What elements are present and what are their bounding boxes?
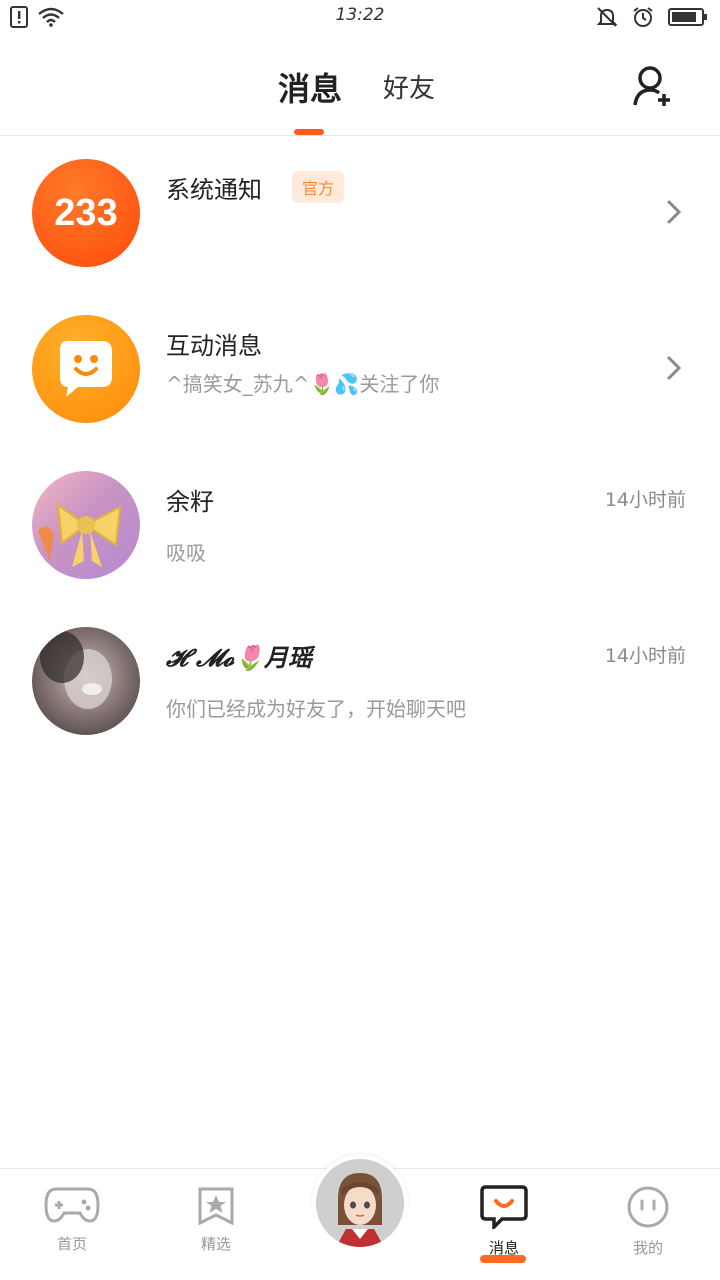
chat-smile-icon xyxy=(480,1185,528,1232)
system-notice-avatar: 233 xyxy=(32,159,140,267)
user-avatar xyxy=(32,627,140,735)
nav-featured-label: 精选 xyxy=(200,1235,231,1253)
nav-me[interactable]: 我的 xyxy=(608,1185,688,1258)
nav-me-label: 我的 xyxy=(632,1239,663,1257)
nav-featured[interactable]: 精选 xyxy=(176,1185,256,1254)
nav-messages[interactable]: 消息 xyxy=(464,1185,544,1258)
nav-home[interactable]: 首页 xyxy=(32,1185,112,1254)
header: 消息 好友 xyxy=(0,36,720,136)
gamepad-icon xyxy=(44,1187,100,1223)
list-item-time: 14小时前 xyxy=(604,489,686,511)
chevron-right-icon xyxy=(667,356,682,380)
list-item-title: 𝓗 𝓜𝓸🌷月瑶 xyxy=(166,643,312,672)
list-item-subtitle: 吸吸 xyxy=(166,541,206,565)
character-avatar-icon xyxy=(316,1159,404,1247)
mute-bell-icon xyxy=(596,7,618,27)
user-avatar xyxy=(32,471,140,579)
battery-icon xyxy=(668,8,707,26)
nav-home-label: 首页 xyxy=(56,1235,87,1253)
tab-messages[interactable]: 消息 xyxy=(278,64,342,110)
photo-avatar-image xyxy=(40,631,112,709)
active-nav-indicator xyxy=(480,1255,526,1263)
active-tab-indicator xyxy=(294,129,324,135)
list-item-title: 互动消息 xyxy=(166,332,262,360)
list-item-interaction[interactable]: 互动消息 ^搞笑女_苏九^🌷💦关注了你 xyxy=(0,293,720,449)
list-item-system-notice[interactable]: 233 系统通知 官方 xyxy=(0,137,720,293)
nav-character-avatar[interactable] xyxy=(312,1155,408,1251)
list-item-subtitle: 你们已经成为好友了，开始聊天吧 xyxy=(166,697,466,721)
star-bookmark-icon xyxy=(198,1187,234,1226)
status-bar: 13:22 xyxy=(0,0,720,36)
interaction-avatar xyxy=(32,315,140,423)
list-item-chat[interactable]: 余籽 吸吸 14小时前 xyxy=(0,449,720,605)
list-item-title: 余籽 xyxy=(166,488,214,516)
chevron-right-icon xyxy=(667,200,682,224)
official-badge: 官方 xyxy=(292,171,345,203)
list-item-chat[interactable]: 𝓗 𝓜𝓸🌷月瑶 你们已经成为好友了，开始聊天吧 14小时前 xyxy=(0,605,720,761)
add-friend-icon[interactable] xyxy=(632,64,676,108)
list-item-subtitle: ^搞笑女_苏九^🌷💦关注了你 xyxy=(166,372,440,396)
bow-avatar-image xyxy=(38,502,122,567)
bottom-nav: 首页 精选 消息 我的 xyxy=(0,1155,720,1280)
message-list: 233 系统通知 官方 互动消息 ^搞笑女_苏九^🌷💦关注了你 余籽 吸吸 14… xyxy=(0,137,720,761)
list-item-time: 14小时前 xyxy=(604,645,686,667)
chat-bubble-icon xyxy=(60,341,112,397)
avatar-233-label: 233 xyxy=(54,192,118,234)
alarm-icon xyxy=(633,7,653,27)
tab-friends[interactable]: 好友 xyxy=(383,68,435,105)
face-icon xyxy=(627,1186,669,1228)
list-item-title: 系统通知 xyxy=(166,176,262,204)
